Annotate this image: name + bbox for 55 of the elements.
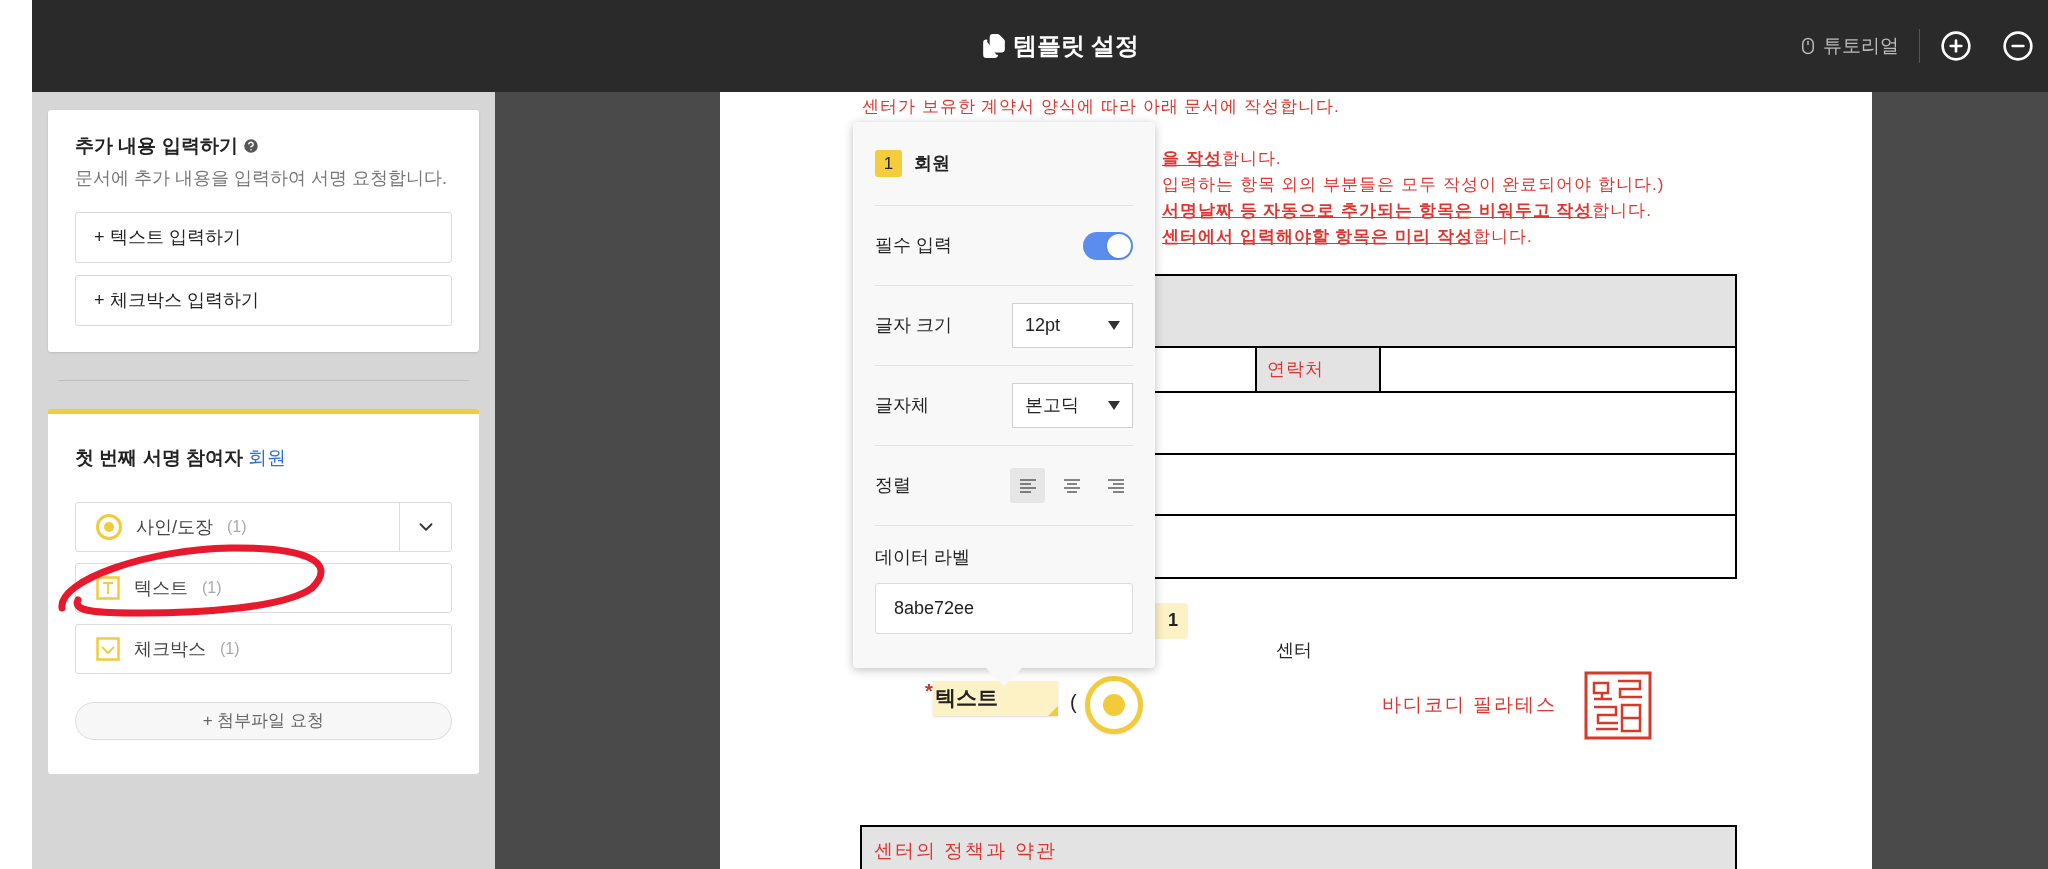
signer-title: 첫 번째 서명 참여자 회원 — [75, 445, 288, 470]
field-label: 체크박스 — [134, 637, 206, 661]
setting-label: 필수 입력 — [875, 234, 952, 257]
instruction-text: 서명날짜 등 자동으로 추가되는 항목은 비워두고 작성합니다. — [1162, 199, 1654, 222]
field-count: (1) — [202, 578, 222, 598]
center-name: 바디코디 필라테스 — [1382, 692, 1558, 717]
instruction-text: 센터가 보유한 계약서 양식에 따라 아래 문서에 작성합니다. — [861, 96, 1341, 118]
field-count: (1) — [227, 517, 247, 537]
align-center-icon — [1062, 478, 1081, 493]
required-toggle[interactable] — [1083, 231, 1133, 260]
field-type-item[interactable]: 사인/도장 (1) — [75, 502, 452, 552]
data-label-input[interactable]: 8abe72ee — [875, 583, 1133, 634]
center-label: 센터 — [1276, 638, 1312, 662]
field-label: 텍스트 — [134, 576, 188, 600]
corner-fold-icon — [1047, 705, 1058, 716]
participant-name: 회원 — [914, 152, 950, 175]
required-asterisk: * — [925, 680, 933, 701]
card-description: 문서에 추가 내용을 입력하여 서명 요청합니다. — [75, 166, 448, 190]
text-box-icon — [96, 576, 120, 600]
card-title: 추가 내용 입력하기 — [75, 134, 238, 158]
text-field-marker[interactable]: 텍스트 — [932, 680, 1058, 716]
help-icon[interactable] — [241, 137, 260, 156]
policy-section-header: 센터의 정책과 약관 — [860, 824, 1737, 869]
zoom-out-icon[interactable] — [2002, 30, 2034, 62]
setting-label: 글자체 — [875, 394, 929, 417]
setting-label: 정렬 — [875, 474, 911, 497]
paren-text: ( — [1070, 689, 1077, 715]
font-select[interactable]: 본고딕 — [1012, 383, 1133, 428]
mouse-icon — [1799, 37, 1817, 55]
checkbox-icon — [96, 637, 120, 661]
align-right-icon — [1106, 478, 1125, 493]
field-label: 사인/도장 — [136, 515, 213, 539]
align-button[interactable] — [1010, 468, 1045, 503]
tutorial-button[interactable]: 튜토리얼 — [1799, 31, 1899, 61]
dropdown-triangle-icon — [1108, 400, 1120, 411]
instruction-text: 입력하는 항목 외의 부분들은 모두 작성이 완료되어야 합니다.) — [1162, 173, 1666, 196]
add-input-button[interactable]: + 체크박스 입력하기 — [75, 274, 452, 326]
signature-marker[interactable] — [1085, 675, 1143, 734]
add-input-button[interactable]: + 텍스트 입력하기 — [75, 211, 452, 263]
setting-label: 데이터 라벨 — [875, 546, 971, 569]
dropdown-triangle-icon — [1108, 320, 1120, 331]
seal-stamp-icon — [1584, 670, 1652, 740]
instruction-text: 센터에서 입력해야할 항목은 미리 작성합니다. — [1162, 225, 1534, 248]
attach-file-button[interactable]: + 첨부파일 요청 — [75, 702, 452, 740]
field-type-item[interactable]: 체크박스 (1) — [75, 624, 452, 674]
instruction-text: 을 작성합니다. — [1162, 147, 1283, 170]
setting-label: 글자 크기 — [875, 314, 952, 337]
documents-icon — [980, 33, 1007, 59]
font-size-select[interactable]: 12pt — [1012, 303, 1133, 348]
table-cell: 연락처 — [1255, 347, 1381, 391]
zoom-in-icon[interactable] — [1940, 30, 1972, 62]
field-count: (1) — [220, 639, 240, 659]
participant-number-badge: 1 — [875, 150, 902, 177]
align-left-icon — [1018, 478, 1037, 493]
page-title: 템플릿 설정 — [1012, 31, 1140, 61]
